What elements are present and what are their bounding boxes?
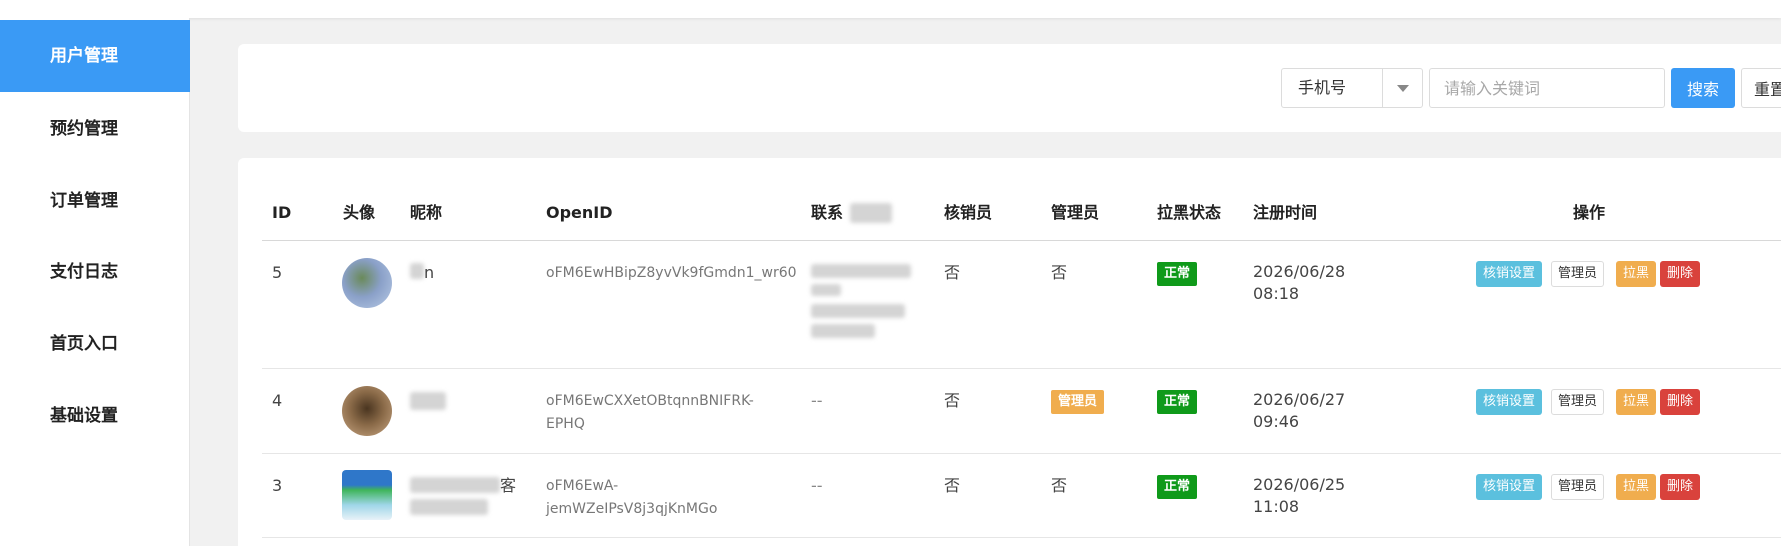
row-contact: --	[811, 391, 823, 410]
row-date: 2026/06/25	[1253, 475, 1346, 494]
row-nickname: 客	[500, 476, 517, 495]
col-openid: OpenID	[546, 203, 613, 222]
redacted-text	[850, 203, 892, 223]
redacted-text	[811, 304, 905, 318]
set-admin-button[interactable]: 管理员	[1551, 474, 1605, 500]
blacklist-button[interactable]: 拉黑	[1616, 474, 1657, 500]
search-panel: 手机号 搜索 重置	[238, 44, 1781, 132]
status-badge: 正常	[1157, 390, 1198, 414]
row-openid-line1: oFM6EwA-	[546, 478, 619, 494]
row-verifier: 否	[944, 391, 961, 410]
search-field-selected: 手机号	[1298, 78, 1347, 97]
col-contact: 联系	[811, 203, 844, 222]
redacted-text	[811, 284, 841, 296]
avatar	[342, 386, 392, 436]
redacted-text	[410, 263, 424, 279]
sidebar-item-home-entry[interactable]: 首页入口	[0, 308, 190, 380]
redacted-text	[410, 477, 500, 493]
top-bar	[0, 0, 1781, 18]
col-registered: 注册时间	[1253, 203, 1318, 222]
avatar	[342, 470, 392, 520]
row-id: 5	[272, 263, 283, 282]
row-divider	[262, 537, 1781, 538]
search-input[interactable]	[1429, 68, 1665, 108]
redacted-text	[410, 499, 488, 515]
redacted-text	[410, 392, 446, 410]
status-badge: 正常	[1157, 262, 1198, 286]
blacklist-button[interactable]: 拉黑	[1616, 389, 1657, 415]
row-openid-line1: oFM6EwCXXetOBtqnnBNIFRK-	[546, 393, 754, 409]
search-field-select[interactable]: 手机号	[1281, 68, 1423, 108]
search-button[interactable]: 搜索	[1671, 68, 1735, 108]
delete-button[interactable]: 删除	[1660, 474, 1701, 500]
row-time: 09:46	[1253, 412, 1300, 431]
sidebar: 用户管理 预约管理 订单管理 支付日志 首页入口 基础设置	[0, 18, 190, 546]
row-divider	[262, 368, 1781, 369]
row-date: 2026/06/28	[1253, 262, 1346, 281]
delete-button[interactable]: 删除	[1660, 389, 1701, 415]
users-table: ID 头像 昵称 OpenID 联系 核销员 管理员 拉黑状态 注册时间 操作 …	[238, 158, 1781, 546]
col-blacklist-status: 拉黑状态	[1157, 203, 1222, 222]
set-admin-button[interactable]: 管理员	[1551, 261, 1605, 287]
redacted-text	[811, 324, 875, 338]
row-admin: 否	[1051, 476, 1068, 495]
sidebar-item-basic-settings[interactable]: 基础设置	[0, 380, 190, 452]
verify-settings-button[interactable]: 核销设置	[1476, 474, 1543, 500]
set-admin-button[interactable]: 管理员	[1551, 389, 1605, 415]
sidebar-item-users[interactable]: 用户管理	[0, 20, 190, 92]
admin-badge: 管理员	[1051, 390, 1105, 414]
row-openid-line2: jemWZeIPsV8j3qjKnMGo	[546, 501, 718, 517]
row-openid-line2: EPHQ	[546, 416, 585, 432]
status-badge: 正常	[1157, 475, 1198, 499]
sidebar-item-payment-logs[interactable]: 支付日志	[0, 236, 190, 308]
row-verifier: 否	[944, 263, 961, 282]
chevron-down-icon[interactable]	[1382, 69, 1422, 107]
col-id: ID	[272, 203, 292, 222]
col-avatar: 头像	[343, 203, 376, 222]
verify-settings-button[interactable]: 核销设置	[1476, 261, 1543, 287]
row-time: 08:18	[1253, 284, 1300, 303]
redacted-text	[811, 264, 911, 278]
row-nickname: n	[424, 263, 435, 282]
row-id: 4	[272, 391, 283, 410]
row-id: 3	[272, 476, 283, 495]
header-divider	[262, 240, 1781, 241]
col-actions: 操作	[1573, 203, 1606, 222]
col-admin: 管理员	[1051, 203, 1100, 222]
row-time: 11:08	[1253, 497, 1300, 516]
row-openid: oFM6EwHBipZ8yvVk9fGmdn1_wr60	[546, 265, 797, 281]
row-contact: --	[811, 476, 823, 495]
reset-button[interactable]: 重置	[1741, 68, 1781, 108]
verify-settings-button[interactable]: 核销设置	[1476, 389, 1543, 415]
col-nickname: 昵称	[410, 203, 443, 222]
row-admin: 否	[1051, 263, 1068, 282]
col-verifier: 核销员	[944, 203, 993, 222]
sidebar-item-orders[interactable]: 订单管理	[0, 165, 190, 237]
row-divider	[262, 453, 1781, 454]
delete-button[interactable]: 删除	[1660, 261, 1701, 287]
sidebar-item-reservations[interactable]: 预约管理	[0, 93, 190, 165]
row-verifier: 否	[944, 476, 961, 495]
blacklist-button[interactable]: 拉黑	[1616, 261, 1657, 287]
row-date: 2026/06/27	[1253, 390, 1346, 409]
avatar	[342, 258, 392, 308]
